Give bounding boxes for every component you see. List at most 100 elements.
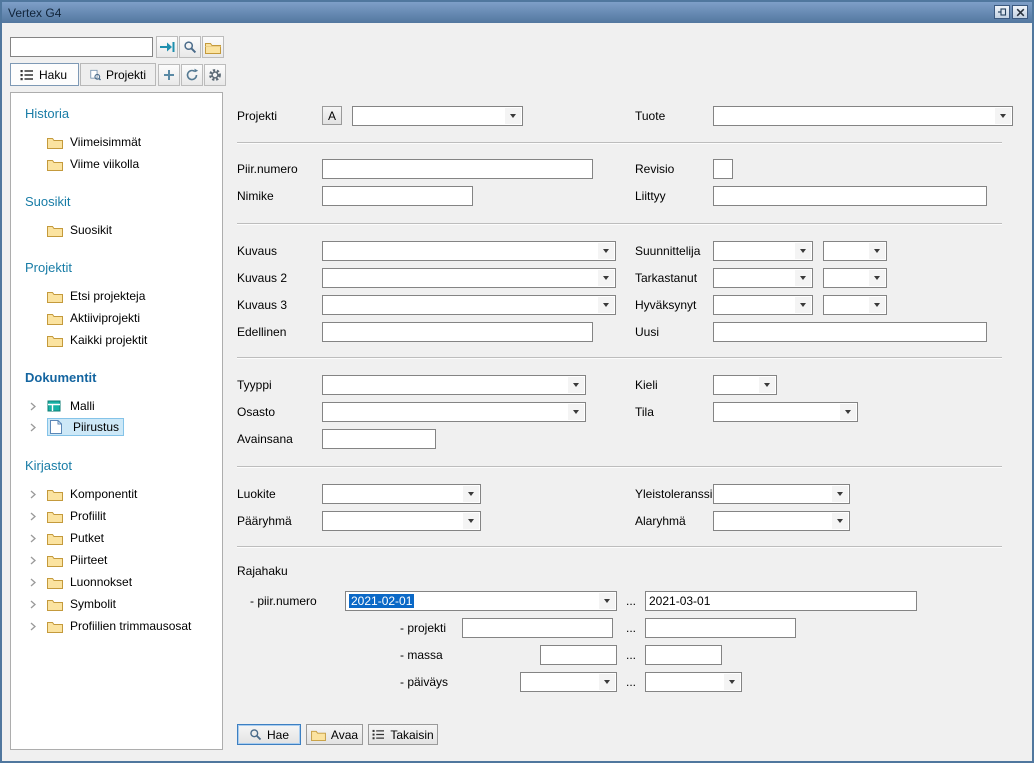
range-separator-text: ... <box>626 594 636 609</box>
uusi-input[interactable] <box>713 322 987 342</box>
open-folder-button[interactable] <box>202 36 224 58</box>
tuote-combo[interactable] <box>713 106 1013 126</box>
sidebar-item-viime-viikolla[interactable]: Viime viikolla <box>29 154 139 174</box>
sidebar-item-label: Aktiiviprojekti <box>70 311 140 325</box>
sidebar-item-viimeisimmat[interactable]: Viimeisimmät <box>29 132 141 152</box>
avaa-button[interactable]: Avaa <box>306 724 363 745</box>
sidebar-item-suosikit[interactable]: Suosikit <box>29 220 112 240</box>
go-search-button[interactable] <box>156 36 178 58</box>
range-projekti-to-input[interactable] <box>645 618 796 638</box>
search-button[interactable] <box>179 36 201 58</box>
chevron-right-icon[interactable] <box>29 402 47 411</box>
plus-icon <box>163 69 175 81</box>
edellinen-input[interactable] <box>322 322 593 342</box>
range-massa-label: - massa <box>400 648 443 663</box>
close-icon <box>1016 8 1025 17</box>
tarkastanut-combo[interactable] <box>713 268 813 288</box>
model-icon <box>47 399 64 413</box>
tab-haku-label: Haku <box>39 68 67 82</box>
range-separator-text: ... <box>626 621 636 636</box>
liittyy-label: Liittyy <box>635 189 666 204</box>
paaryhma-combo[interactable] <box>322 511 481 531</box>
avainsana-input[interactable] <box>322 429 436 449</box>
close-button[interactable] <box>1012 5 1028 19</box>
yleistoleranssi-combo[interactable] <box>713 484 850 504</box>
chevron-down-icon <box>869 243 885 259</box>
sidebar-item-kaikki-projektit[interactable]: Kaikki projektit <box>29 330 147 350</box>
tyyppi-combo[interactable] <box>322 375 586 395</box>
alaryhma-combo[interactable] <box>713 511 850 531</box>
list-icon <box>20 69 34 81</box>
tab-haku[interactable]: Haku <box>10 63 79 86</box>
sidebar-item-malli[interactable]: Malli <box>29 396 95 416</box>
chevron-right-icon[interactable] <box>29 600 47 609</box>
chevron-right-icon[interactable] <box>29 534 47 543</box>
piir-numero-input[interactable] <box>322 159 593 179</box>
kuvaus-label: Kuvaus <box>237 244 277 259</box>
sidebar-header-projektit: Projektit <box>25 260 72 275</box>
sidebar-item-label: Putket <box>70 531 104 545</box>
hae-button[interactable]: Hae <box>237 724 301 745</box>
suunnittelija-combo[interactable] <box>713 241 813 261</box>
sidebar-item-symbolit[interactable]: Symbolit <box>29 594 116 614</box>
range-paivays-from-combo[interactable] <box>520 672 617 692</box>
nimike-input[interactable] <box>322 186 473 206</box>
sidebar-item-piirustus[interactable]: Piirustus <box>29 417 124 437</box>
chevron-down-icon <box>598 297 614 313</box>
folder-icon <box>47 136 64 149</box>
kieli-combo[interactable] <box>713 375 777 395</box>
tarkastanut-combo-2[interactable] <box>823 268 887 288</box>
hyvaksynyt-combo[interactable] <box>713 295 813 315</box>
range-piir-numero-from-combo[interactable]: 2021-02-01 <box>345 591 617 611</box>
liittyy-input[interactable] <box>713 186 987 206</box>
refresh-button[interactable] <box>181 64 203 86</box>
chevron-down-icon <box>463 486 479 502</box>
projekti-combo[interactable] <box>352 106 523 126</box>
sidebar-item-aktiiviprojekti[interactable]: Aktiiviprojekti <box>29 308 140 328</box>
range-massa-from-input[interactable] <box>540 645 617 665</box>
settings-button[interactable] <box>204 64 226 86</box>
tila-combo[interactable] <box>713 402 858 422</box>
folder-icon <box>47 510 64 523</box>
range-projekti-from-input[interactable] <box>462 618 613 638</box>
sidebar-item-putket[interactable]: Putket <box>29 528 104 548</box>
suunnittelija-combo-2[interactable] <box>823 241 887 261</box>
kuvaus2-combo[interactable] <box>322 268 616 288</box>
window-title: Vertex G4 <box>8 6 61 20</box>
chevron-right-icon[interactable] <box>29 622 47 631</box>
add-tab-button[interactable] <box>158 64 180 86</box>
sidebar-item-piirteet[interactable]: Piirteet <box>29 550 107 570</box>
chevron-right-icon[interactable] <box>29 490 47 499</box>
sidebar-item-etsi-projekteja[interactable]: Etsi projekteja <box>29 286 145 306</box>
sidebar-item-luonnokset[interactable]: Luonnokset <box>29 572 132 592</box>
sidebar-item-komponentit[interactable]: Komponentit <box>29 484 137 504</box>
range-piir-numero-to-input[interactable] <box>645 591 917 611</box>
kuvaus-combo[interactable] <box>322 241 616 261</box>
a-button-label: A <box>328 109 336 123</box>
revisio-input[interactable] <box>713 159 733 179</box>
folder-icon <box>47 334 64 347</box>
app-window: Vertex G4 <box>0 0 1034 763</box>
chevron-right-icon[interactable] <box>29 556 47 565</box>
tab-projekti[interactable]: Projekti <box>80 63 156 86</box>
chevron-right-icon[interactable] <box>29 578 47 587</box>
luokite-combo[interactable] <box>322 484 481 504</box>
range-piir-numero-label: - piir.numero <box>250 594 317 609</box>
range-massa-to-input[interactable] <box>645 645 722 665</box>
kuvaus3-combo[interactable] <box>322 295 616 315</box>
pin-button[interactable] <box>994 5 1010 19</box>
hyvaksynyt-combo-2[interactable] <box>823 295 887 315</box>
a-button[interactable]: A <box>322 106 342 125</box>
titlebar[interactable]: Vertex G4 <box>2 2 1032 23</box>
osasto-combo[interactable] <box>322 402 586 422</box>
search-input[interactable] <box>10 37 153 57</box>
range-paivays-to-combo[interactable] <box>645 672 742 692</box>
chevron-down-icon <box>568 377 584 393</box>
chevron-right-icon[interactable] <box>29 423 47 432</box>
folder-icon <box>205 41 221 54</box>
chevron-right-icon[interactable] <box>29 512 47 521</box>
takaisin-button[interactable]: Takaisin <box>368 724 438 745</box>
sidebar-item-profiilien-trimmausosat[interactable]: Profiilien trimmausosat <box>29 616 191 636</box>
sidebar-item-label: Luonnokset <box>70 575 132 589</box>
sidebar-item-profiilit[interactable]: Profiilit <box>29 506 106 526</box>
